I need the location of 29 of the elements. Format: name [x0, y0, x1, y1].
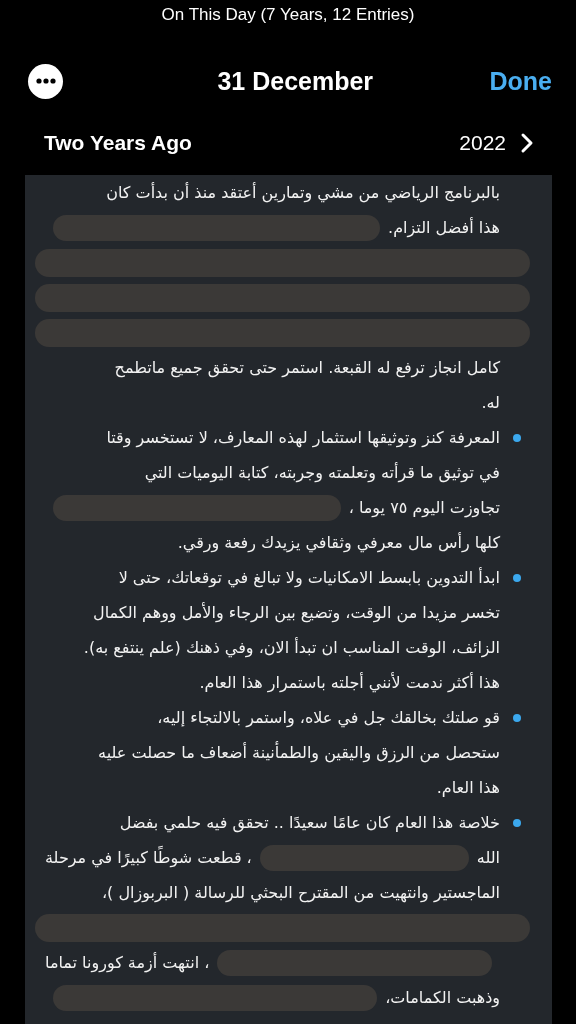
entry-text: ، انتهت أزمة كورونا تماما	[45, 953, 210, 972]
entry-text: ستحصل من الرزق واليقين والطمأنينة أضعاف ما حصلت عليه	[98, 743, 500, 762]
chevron-icon	[520, 132, 534, 154]
entry-text: خلاصة هذا العام كان عامًا سعيدًا .. تحقق فيه حلمي بفضل	[119, 813, 500, 832]
ellipsis-icon	[35, 78, 56, 84]
entry-text: قو صلتك بخالقك جل في علاه، واستمر بالالتجاء إليه،	[157, 708, 500, 727]
entry-text: بالبرنامج الرياضي من مشي وتمارين أعتقد منذ أن بدأت كان	[106, 183, 500, 202]
more-button[interactable]	[28, 63, 63, 99]
entry-text: له.	[481, 393, 500, 412]
entry-text: الزائف، الوقت المناسب ان تبدأ الان، وفي ذهنك (علم ينتفع به).	[83, 638, 500, 657]
entry-text: وذهبت الكمامات،	[385, 988, 500, 1007]
entry-text: تجاوزت اليوم ٧٥ يوما ،	[348, 498, 500, 517]
section-heading: Two Years Ago	[44, 131, 192, 155]
entry-text: كلها رأس مال معرفي وثقافي يزيدك رفعة ورقي.	[177, 533, 500, 552]
date-title: 31 December	[217, 66, 374, 96]
entry-text: ابدأ التدوين بابسط الامكانيات ولا تبالغ في توقعاتك، حتى لا	[118, 568, 500, 587]
entry-text: ، قطعت شوطًا كبيرًا في مرحلة	[45, 848, 252, 867]
entry-text: تخسر مزيدا من الوقت، وتضيع بين الرجاء والأمل ووهم الكمال	[93, 603, 500, 622]
entry-text: هذا العام.	[436, 778, 500, 797]
entry-text: المعرفة كنز وتوثيقها استثمار لهذه المعارف، لا تستخسر وقتا	[106, 428, 500, 447]
entry-text: في توثيق ما قرأته وتعلمته وجربته، كتابة اليوميات التي	[144, 463, 500, 482]
entry-text: كامل انجاز ترفع له القبعة. استمر حتى تحقق جميع ماتطمح	[114, 358, 500, 377]
entry-text: الله	[476, 848, 500, 867]
year-label[interactable]: 2022	[459, 131, 506, 155]
done-button[interactable]: Done	[489, 66, 552, 96]
entry-text: هذا أفضل التزام.	[388, 218, 500, 237]
entry-text: الماجستير وانتهيت من المقترح البحثي للرسالة ( البربوزال )،	[101, 883, 500, 902]
entry-text: هذا أكثر ندمت لأنني أجلته باستمرار هذا العام.	[199, 673, 500, 692]
screen-title: On This Day (7 Years, 12 Entries)	[160, 4, 416, 26]
